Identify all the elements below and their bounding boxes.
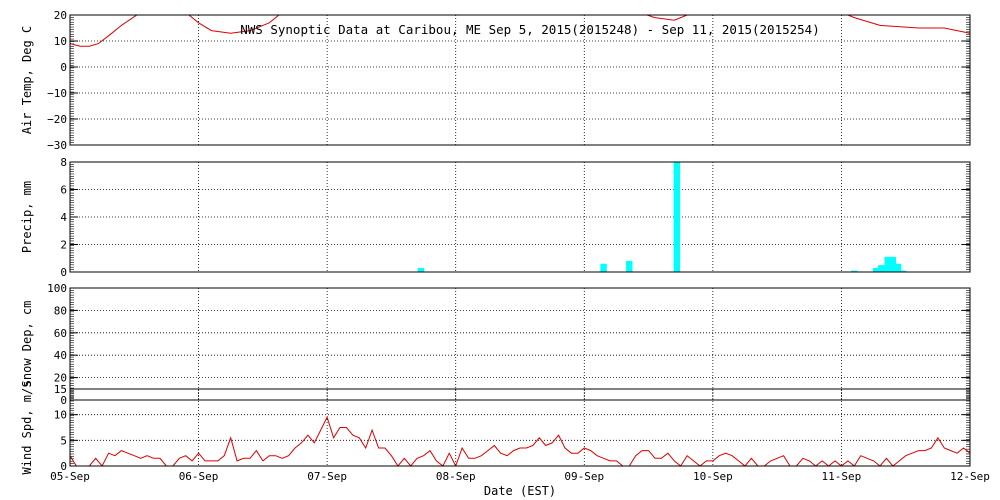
y-tick-label: 80 (54, 304, 67, 317)
wind_speed-line (70, 415, 970, 466)
precip-bar (878, 265, 885, 272)
y-axis-label: Snow Dep, cm (20, 301, 34, 388)
y-tick-label: 10 (54, 409, 67, 422)
precip-bar (417, 267, 425, 272)
y-tick-label: 0 (60, 266, 67, 279)
x-tick-label: 07-Sep (307, 470, 347, 483)
y-tick-label: −30 (47, 139, 67, 152)
y-tick-label: 2 (60, 239, 67, 252)
precip-bar (673, 162, 681, 272)
x-tick-label: 05-Sep (50, 470, 90, 483)
precip-bar (600, 263, 607, 272)
y-tick-label: 10 (54, 35, 67, 48)
y-tick-label: 100 (47, 282, 67, 295)
y-axis-label: Wind Spd, m/s (20, 381, 34, 475)
y-tick-label: 5 (60, 434, 67, 447)
x-tick-label: 11-Sep (822, 470, 862, 483)
panel-wind_speed: 151050Wind Spd, m/s (20, 381, 971, 475)
x-tick-label: 12-Sep (950, 470, 990, 483)
y-tick-label: 8 (60, 156, 67, 169)
y-tick-label: 4 (60, 211, 67, 224)
precip-bar (626, 261, 633, 272)
y-axis-label: Air Temp, Deg C (20, 26, 34, 134)
x-tick-label: 09-Sep (564, 470, 604, 483)
y-tick-label: 40 (54, 349, 67, 362)
y-tick-label: 0 (60, 61, 67, 74)
y-tick-label: 60 (54, 327, 67, 340)
chart-title: NWS Synoptic Data at Caribou, ME Sep 5, … (240, 22, 819, 37)
x-tick-label: 06-Sep (179, 470, 219, 483)
weather-figure: 20100−10−20−30Air Temp, Deg C86420Precip… (20, 9, 990, 498)
y-tick-label: 6 (60, 184, 67, 197)
panel-frame (69, 287, 971, 401)
panel-precip: 8 6 4 2 0 Precip, mm (20, 156, 971, 279)
x-axis-label: Date (EST) (484, 484, 556, 498)
y-tick-label: 15 (54, 383, 67, 396)
y-tick-label: 20 (54, 9, 67, 22)
y-tick-label: −20 (47, 113, 67, 126)
panel-frame (69, 388, 971, 467)
panel-snow_depth: 100806040200Snow Dep, cm (20, 282, 971, 407)
x-tick-label: 10-Sep (693, 470, 733, 483)
y-tick-label: −10 (47, 87, 67, 100)
y-axis-label: Precip, mm (20, 181, 34, 253)
x-tick-label: 08-Sep (436, 470, 476, 483)
